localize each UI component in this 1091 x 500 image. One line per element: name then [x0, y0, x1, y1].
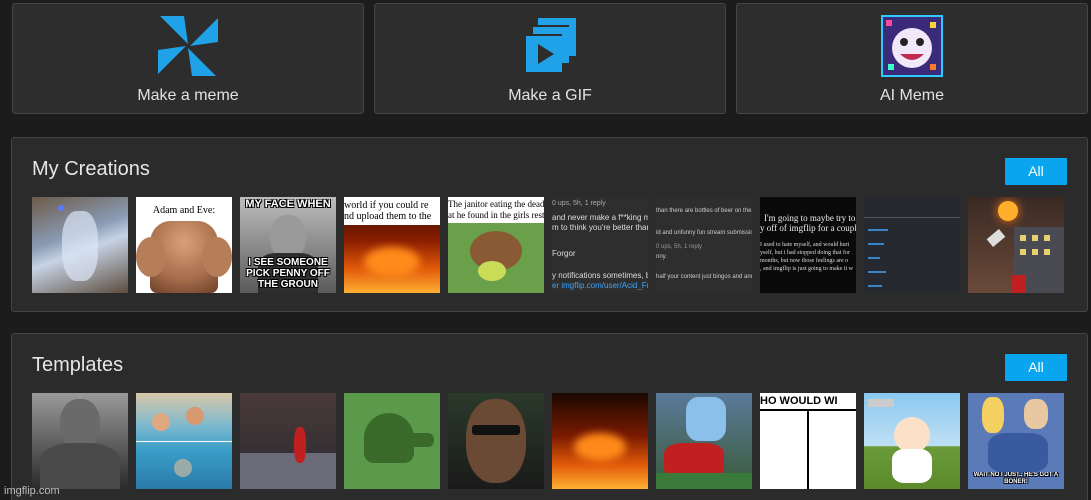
template-thumb[interactable] [240, 393, 336, 489]
template-thumb[interactable] [864, 393, 960, 489]
template-thumb[interactable] [656, 393, 752, 489]
template-thumb[interactable] [344, 393, 440, 489]
template-thumb[interactable] [32, 393, 128, 489]
templates-list: HO WOULD WI WAIT NO I JUST.. HE'S GOT A … [32, 393, 1064, 489]
my-creations-title: My Creations [32, 158, 150, 180]
make-a-gif-label: Make a GIF [508, 87, 592, 104]
imgflip-watermark: imgflip.com [4, 485, 60, 497]
template-thumb[interactable] [448, 393, 544, 489]
template-thumb[interactable]: HO WOULD WI [760, 393, 856, 489]
make-a-meme-label: Make a meme [137, 87, 239, 104]
ai-meme-label: AI Meme [879, 87, 944, 104]
ai-meme-button[interactable]: AI Meme [736, 3, 1088, 114]
creation-thumb[interactable]: Adam and Eve: [136, 197, 232, 293]
template-thumb[interactable] [136, 393, 232, 489]
template-thumb[interactable]: WAIT NO I JUST.. HE'S GOT A BONER! [968, 393, 1064, 489]
gif-stack-icon [518, 14, 582, 78]
creation-thumb[interactable] [968, 197, 1064, 293]
creation-thumb[interactable]: The janitor eating the dead at he found … [448, 197, 544, 293]
templates-title: Templates [32, 354, 124, 376]
creation-thumb[interactable]: I'm going to maybe try to y off of imgfl… [760, 197, 856, 293]
creation-thumb[interactable] [32, 197, 128, 293]
creation-thumb[interactable]: MY FACE WHEN I SEE SOMEONE PICK PENNY OF… [240, 197, 336, 293]
make-a-gif-button[interactable]: Make a GIF [374, 3, 726, 114]
my-creations-list: Adam and Eve: MY FACE WHEN I SEE SOMEONE… [32, 197, 1064, 293]
ai-face-icon [880, 14, 944, 78]
make-a-meme-button[interactable]: Make a meme [12, 3, 364, 114]
template-thumb[interactable] [552, 393, 648, 489]
pinwheel-icon [156, 14, 220, 78]
templates-section: Templates All HO WOULD WI WAIT NO I JUST… [11, 333, 1088, 500]
templates-all-button[interactable]: All [1005, 354, 1067, 381]
creation-thumb[interactable]: than there are bottles of beer on the w … [656, 197, 752, 293]
creation-thumb[interactable] [864, 197, 960, 293]
my-creations-section: My Creations All Adam and Eve: MY FACE W… [11, 137, 1088, 312]
my-creations-all-button[interactable]: All [1005, 158, 1067, 185]
creation-thumb[interactable]: 0 ups, 5h, 1 reply and never make a f**k… [552, 197, 648, 293]
page: Make a meme Make a GIF AI Meme My Creati… [0, 0, 1091, 500]
creation-thumb[interactable]: world if you could re nd upload them to … [344, 197, 440, 293]
